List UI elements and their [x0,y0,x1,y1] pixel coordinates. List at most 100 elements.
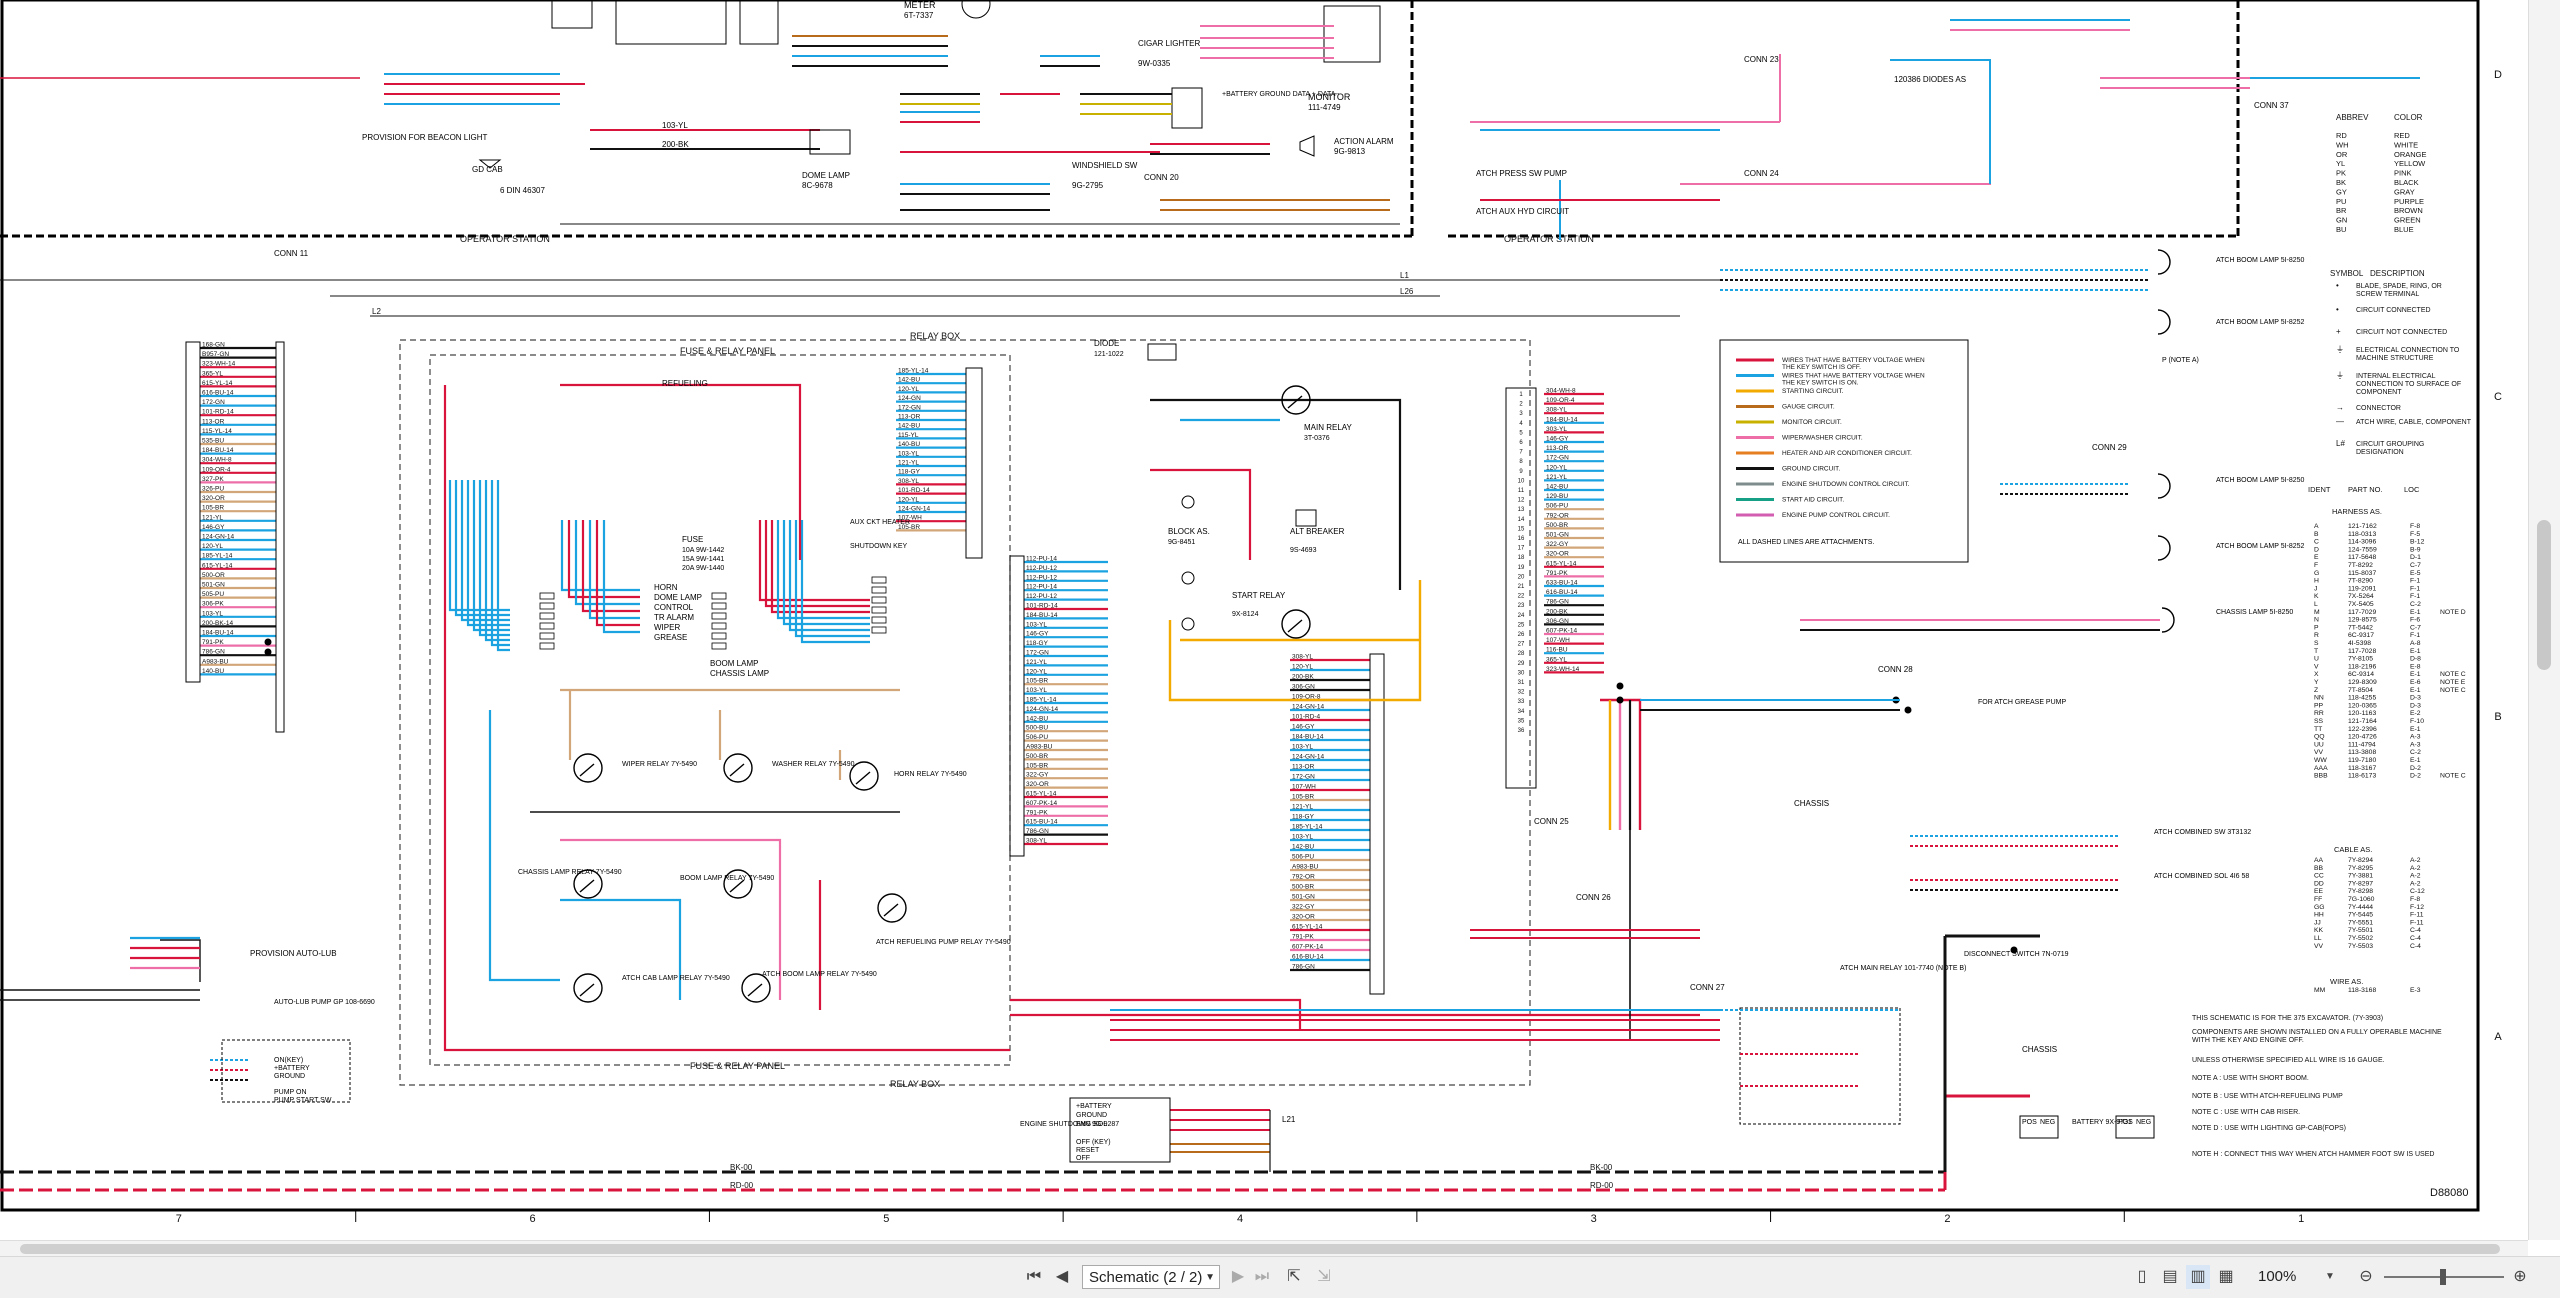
harness-ident: U [2314,656,2319,663]
beacon-label: PROVISION FOR BEACON LIGHT [362,133,487,142]
conn-block-top [551,0,593,29]
color-table-header: COLOR [2394,113,2423,122]
cable-part: 7Y-5501 [2348,927,2373,934]
relay-lower-wire-label: 142-BU [1026,715,1048,722]
top-left-components: 103-YL 200-BK PROVISION FOR BEACON LIGHT… [0,0,1400,225]
single-page-view-icon[interactable]: ▯ [2130,1265,2154,1289]
operator-station-label-2: OPERATOR STATION [1504,234,1594,244]
conn25-pin-number: 19 [1518,565,1525,571]
start-relay-col-wire-label: 107-WH [1292,784,1316,791]
monitor-pn: 111-4749 [1308,103,1341,112]
zoom-in-icon[interactable]: ⊕ [2508,1265,2532,1289]
harness-ident: N [2314,617,2319,624]
last-page-icon[interactable]: ⏭ [1250,1265,1274,1289]
diode-icon [1147,343,1177,361]
zoom-slider[interactable] [2384,1269,2504,1285]
facing-view-icon[interactable]: ▥ [2186,1265,2210,1289]
plus-battery-label: +BATTERY [274,1065,310,1072]
disconnect-label: DISCONNECT SWITCH 7N-0719 [1964,951,2069,958]
monitor-connector [1171,87,1203,129]
drawing-number: D88080 [2430,1187,2469,1199]
conn25-pin-number: 30 [1518,670,1525,676]
zone-row-label: A [2494,1031,2502,1043]
cable-ident: CC [2314,873,2324,880]
vertical-scrollbar[interactable] [2528,0,2560,1240]
harness-loc: D-1 [2410,554,2421,561]
harness-part: 7T-8292 [2348,562,2373,569]
first-page-icon[interactable]: ⏮ [1022,1265,1046,1289]
legend-label: GROUND CIRCUIT. [1782,466,1840,473]
color-table-color: YELLOW [2394,159,2426,168]
conn25-wire-label: 142-BU [1546,484,1568,491]
harness-loc: E-1 [2410,687,2421,694]
legend-label: HEATER AND AIR CONDITIONER CIRCUIT. [1782,450,1912,457]
conn25-pin-number: 8 [1519,459,1523,465]
harness-loc: E-1 [2410,726,2421,733]
horizontal-scroll-thumb[interactable] [20,1244,2500,1254]
symbol-description: CIRCUIT CONNECTED [2356,307,2431,314]
conn29-label: CONN 29 [2092,443,2127,452]
left-conn-wire-label: 200-BK-14 [202,620,233,627]
continuous-view-icon[interactable]: ▤ [2158,1265,2182,1289]
symbol-glyph: ⏚ [2336,345,2344,354]
zoom-level[interactable]: 100% [2258,1265,2296,1289]
color-table-abbrev: BR [2336,206,2347,215]
harness-ident: A [2314,523,2319,530]
harness-loc: F-1 [2410,632,2420,639]
note-a-label: P (NOTE A) [2162,357,2199,364]
left-conn-wire-label: 786-GN [202,649,225,656]
continuous-facing-icon[interactable]: ▦ [2214,1265,2238,1289]
harness-part: 4I-5398 [2348,640,2371,647]
harness-loc: F-1 [2410,585,2420,592]
meter-pn: 6T-7337 [904,11,934,20]
conn25-pin-number: 16 [1518,536,1525,542]
zoom-out-icon[interactable]: ⊖ [2354,1265,2378,1289]
action-alarm-pn: 9G-9813 [1334,147,1366,156]
atch-combined-sol-label: ATCH COMBINED SOL 4I6 58 [2154,873,2249,880]
conn25-wire-label: 615-YL-14 [1546,560,1577,567]
fuse-icon [711,592,727,600]
provision-autolub-label: PROVISION AUTO-LUB [250,949,337,958]
conn26-label: CONN 26 [1576,893,1611,902]
next-page-icon[interactable]: ▶ [1226,1265,1250,1289]
page-select-value: Schematic (2 / 2) [1089,1269,1203,1286]
conn25-pin-number: 7 [1519,450,1523,456]
harness-loc: E-5 [2410,570,2421,577]
harness-loc: D-3 [2410,702,2421,709]
go-forward-icon[interactable]: ⇲ [1312,1265,1336,1289]
block-pn: 9G-8451 [1168,539,1195,546]
left-conn-wire-label: 146-GY [202,524,225,531]
relay-center-wire-label: 142-BU [898,423,920,430]
chassis-lamp-wire [488,710,560,982]
zoom-dropdown-icon[interactable]: ▼ [2318,1265,2342,1289]
conn25-pin-number: 10 [1518,478,1525,484]
meter-icon [961,0,991,19]
atch-boom-lamp-a-label: ATCH BOOM LAMP 5I-8250 [2216,257,2305,264]
conn25-wire-label: 308-YL [1546,407,1567,414]
conn25-pin-number: 28 [1518,651,1525,657]
zoom-slider-knob[interactable] [2440,1269,2446,1285]
prev-page-icon[interactable]: ◀ [1050,1265,1074,1289]
conn25-wire-label: 303-YL [1546,426,1567,433]
relay-center-wire-label: 142-BU [898,377,920,384]
conn25-wire-label: 500-BR [1546,522,1568,529]
atch-press-sw-label: ATCH PRESS SW PUMP [1476,169,1567,178]
harness-part: 121-7162 [2348,523,2377,530]
page-select[interactable]: Schematic (2 / 2) ▼ [1082,1265,1220,1289]
horizontal-scrollbar[interactable] [0,1240,2528,1257]
legend-label: THE KEY SWITCH IS OFF. [1782,364,1861,371]
harness-ident: SS [2314,718,2324,725]
go-back-icon[interactable]: ⇱ [1282,1265,1306,1289]
left-conn-wire-label: B957-GN [202,351,229,358]
harness-part: 114-3096 [2348,539,2376,546]
wiper-label: WIPER [654,623,680,632]
color-table-color: RED [2394,131,2410,140]
schematic-diagram: OPERATOR STATION OPERATOR STATION RELAY … [0,0,2502,1225]
relay-lower-wire-label: 112-PU-14 [1026,584,1057,591]
harness-ident: QQ [2314,734,2325,741]
fuse-icon [711,632,727,640]
vertical-scroll-thumb[interactable] [2537,520,2551,670]
left-conn-block-2 [275,341,285,733]
bus-l26-label: L26 [1400,287,1414,296]
harness-loc: B-12 [2410,539,2425,546]
